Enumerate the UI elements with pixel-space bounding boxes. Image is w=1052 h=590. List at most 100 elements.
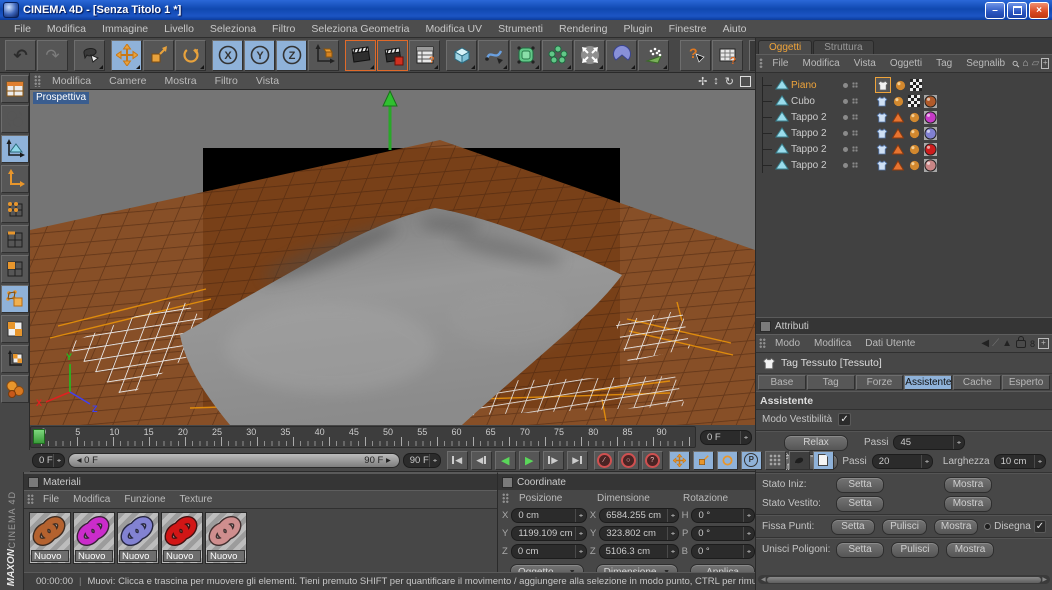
object-axis-mode-icon[interactable] bbox=[1, 165, 29, 193]
dress-passi-field[interactable]: 20 bbox=[872, 454, 933, 469]
pos-y-field[interactable]: 1199.109 cm bbox=[511, 526, 587, 541]
vestibilita-checkbox[interactable]: ✓ bbox=[838, 413, 851, 426]
pos-z-field[interactable]: 0 cm bbox=[511, 544, 587, 559]
lock-icon[interactable] bbox=[1016, 340, 1026, 348]
stato-vestito-mostra-button[interactable]: Mostra bbox=[944, 496, 992, 512]
prev-key-icon[interactable]: ◀ bbox=[471, 451, 492, 470]
visibility-dots[interactable] bbox=[843, 98, 869, 104]
spinner[interactable] bbox=[53, 454, 64, 467]
belt-tag-icon[interactable] bbox=[891, 126, 905, 140]
om-menu-tag[interactable]: Tag bbox=[929, 58, 959, 69]
tessuto-tag-icon[interactable] bbox=[875, 94, 889, 108]
mat-menu-modifica[interactable]: Modifica bbox=[66, 494, 117, 505]
menu-modifica-uv[interactable]: Modifica UV bbox=[417, 23, 490, 35]
edges-mode-icon[interactable] bbox=[1, 225, 29, 253]
rot-h-field[interactable]: 0 ° bbox=[691, 508, 755, 523]
record-objects-icon[interactable]: ○ bbox=[618, 451, 639, 470]
point-level-animation-icon[interactable] bbox=[765, 451, 786, 470]
menu-rendering[interactable]: Rendering bbox=[551, 23, 615, 35]
phong-tag-icon[interactable] bbox=[907, 142, 921, 156]
dim-y-field[interactable]: 323.802 cm bbox=[599, 526, 679, 541]
key-scale-toggle[interactable] bbox=[693, 451, 714, 470]
x-axis-lock-icon[interactable]: X bbox=[212, 40, 243, 71]
dim-z-field[interactable]: 5106.3 cm bbox=[599, 544, 679, 559]
relax-passi-field[interactable]: 45 bbox=[893, 435, 965, 450]
autokeying-icon[interactable] bbox=[789, 451, 810, 470]
record-keyframe-icon[interactable]: ⁄ bbox=[594, 451, 615, 470]
menu-modifica[interactable]: Modifica bbox=[39, 23, 94, 35]
stato-iniz-mostra-button[interactable]: Mostra bbox=[944, 477, 992, 493]
key-position-toggle[interactable] bbox=[669, 451, 690, 470]
points-mode-icon[interactable] bbox=[1, 195, 29, 223]
attr-menu-dati-utente[interactable]: Dati Utente bbox=[858, 338, 922, 349]
material-tag-icon[interactable] bbox=[923, 110, 937, 124]
mat-menu-funzione[interactable]: Funzione bbox=[117, 494, 172, 505]
next-key-icon[interactable]: ▶ bbox=[543, 451, 564, 470]
parent-icon[interactable]: ▲ bbox=[1002, 338, 1012, 349]
fissa-punti-setta-button[interactable]: Setta bbox=[831, 519, 876, 535]
view-label[interactable]: Prospettiva bbox=[33, 92, 89, 104]
convert-object-icon[interactable] bbox=[1, 105, 29, 133]
autokey-icon[interactable]: ? bbox=[642, 451, 663, 470]
object-row-tappo[interactable]: Tappo 2 bbox=[756, 109, 1052, 125]
viewport-maximize-icon[interactable] bbox=[740, 76, 751, 87]
attributes-hscrollbar[interactable]: ◀ ▶ bbox=[758, 575, 1050, 584]
disegna-radio[interactable] bbox=[984, 523, 991, 530]
material-name[interactable]: Nuovo bbox=[207, 550, 245, 562]
restore-button[interactable] bbox=[1007, 2, 1027, 19]
visibility-dots[interactable] bbox=[843, 114, 869, 120]
menu-filtro[interactable]: Filtro bbox=[264, 23, 303, 35]
play-forwards-icon[interactable]: ▶ bbox=[519, 451, 540, 470]
help-icon[interactable]: ? bbox=[680, 40, 711, 71]
menu-immagine[interactable]: Immagine bbox=[94, 23, 156, 35]
add-array-icon[interactable] bbox=[542, 40, 573, 71]
om-menu-modifica[interactable]: Modifica bbox=[796, 58, 847, 69]
material-name[interactable]: Nuovo bbox=[31, 550, 69, 562]
visibility-dots[interactable] bbox=[843, 146, 869, 152]
spinner[interactable] bbox=[953, 436, 964, 449]
material-swatch[interactable]: Nuovo bbox=[117, 512, 159, 564]
titlebar[interactable]: CINEMA 4D - [Senza Titolo 1 *] – × bbox=[0, 0, 1052, 20]
texture-axis-mode-icon[interactable] bbox=[1, 345, 29, 373]
object-name[interactable]: Tappo 2 bbox=[789, 128, 843, 139]
render-in-picture-viewer-icon[interactable] bbox=[377, 40, 408, 71]
belt-tag-icon[interactable] bbox=[891, 158, 905, 172]
texture-mode-icon[interactable] bbox=[1, 315, 29, 343]
spinner[interactable] bbox=[1034, 455, 1045, 468]
object-icon[interactable] bbox=[775, 127, 789, 139]
unisci-pulisci-button[interactable]: Pulisci bbox=[891, 542, 939, 558]
dim-x-field[interactable]: 6584.255 cm bbox=[599, 508, 678, 523]
live-selection-icon[interactable] bbox=[74, 40, 105, 71]
menu-file[interactable]: File bbox=[6, 23, 39, 35]
coordinate-system-icon[interactable] bbox=[308, 40, 339, 71]
material-name[interactable]: Nuovo bbox=[163, 550, 201, 562]
vp-menu-filtro[interactable]: Filtro bbox=[206, 75, 247, 87]
add-hypernurbs-icon[interactable] bbox=[510, 40, 541, 71]
tab-oggetti[interactable]: Oggetti bbox=[758, 40, 812, 54]
object-row-tappo[interactable]: Tappo 2 bbox=[756, 141, 1052, 157]
menu-livello[interactable]: Livello bbox=[156, 23, 202, 35]
disegna-checkbox[interactable]: ✓ bbox=[1034, 520, 1046, 533]
viewport-pan-icon[interactable]: ✢ bbox=[698, 75, 707, 88]
play-backwards-icon[interactable]: ◀ bbox=[495, 451, 516, 470]
viewport-menu-grip[interactable] bbox=[34, 75, 41, 87]
object-icon[interactable] bbox=[775, 79, 789, 91]
add-modeling-icon[interactable] bbox=[574, 40, 605, 71]
object-row-piano[interactable]: Piano bbox=[756, 77, 1052, 93]
om-grip[interactable] bbox=[759, 58, 763, 69]
visibility-dots[interactable] bbox=[843, 162, 869, 168]
viewport[interactable]: X Y Z Prospettiva bbox=[30, 90, 755, 425]
goto-start-icon[interactable]: ◀ bbox=[447, 451, 468, 470]
visibility-dots[interactable] bbox=[843, 130, 869, 136]
relax-button[interactable]: Relax bbox=[784, 435, 848, 451]
visibility-dots[interactable] bbox=[843, 82, 869, 88]
object-icon[interactable] bbox=[775, 159, 789, 171]
tessuto-tag-icon[interactable] bbox=[875, 158, 889, 172]
larghezza-field[interactable]: 10 cm bbox=[994, 454, 1046, 469]
object-name[interactable]: Tappo 2 bbox=[789, 112, 843, 123]
frame-field[interactable]: 0 F bbox=[700, 430, 752, 445]
tab-tag[interactable]: Tag bbox=[807, 375, 855, 390]
materials-grip[interactable] bbox=[27, 494, 34, 505]
vp-menu-mostra[interactable]: Mostra bbox=[155, 75, 205, 87]
tab-assistente[interactable]: Assistente bbox=[904, 375, 952, 390]
